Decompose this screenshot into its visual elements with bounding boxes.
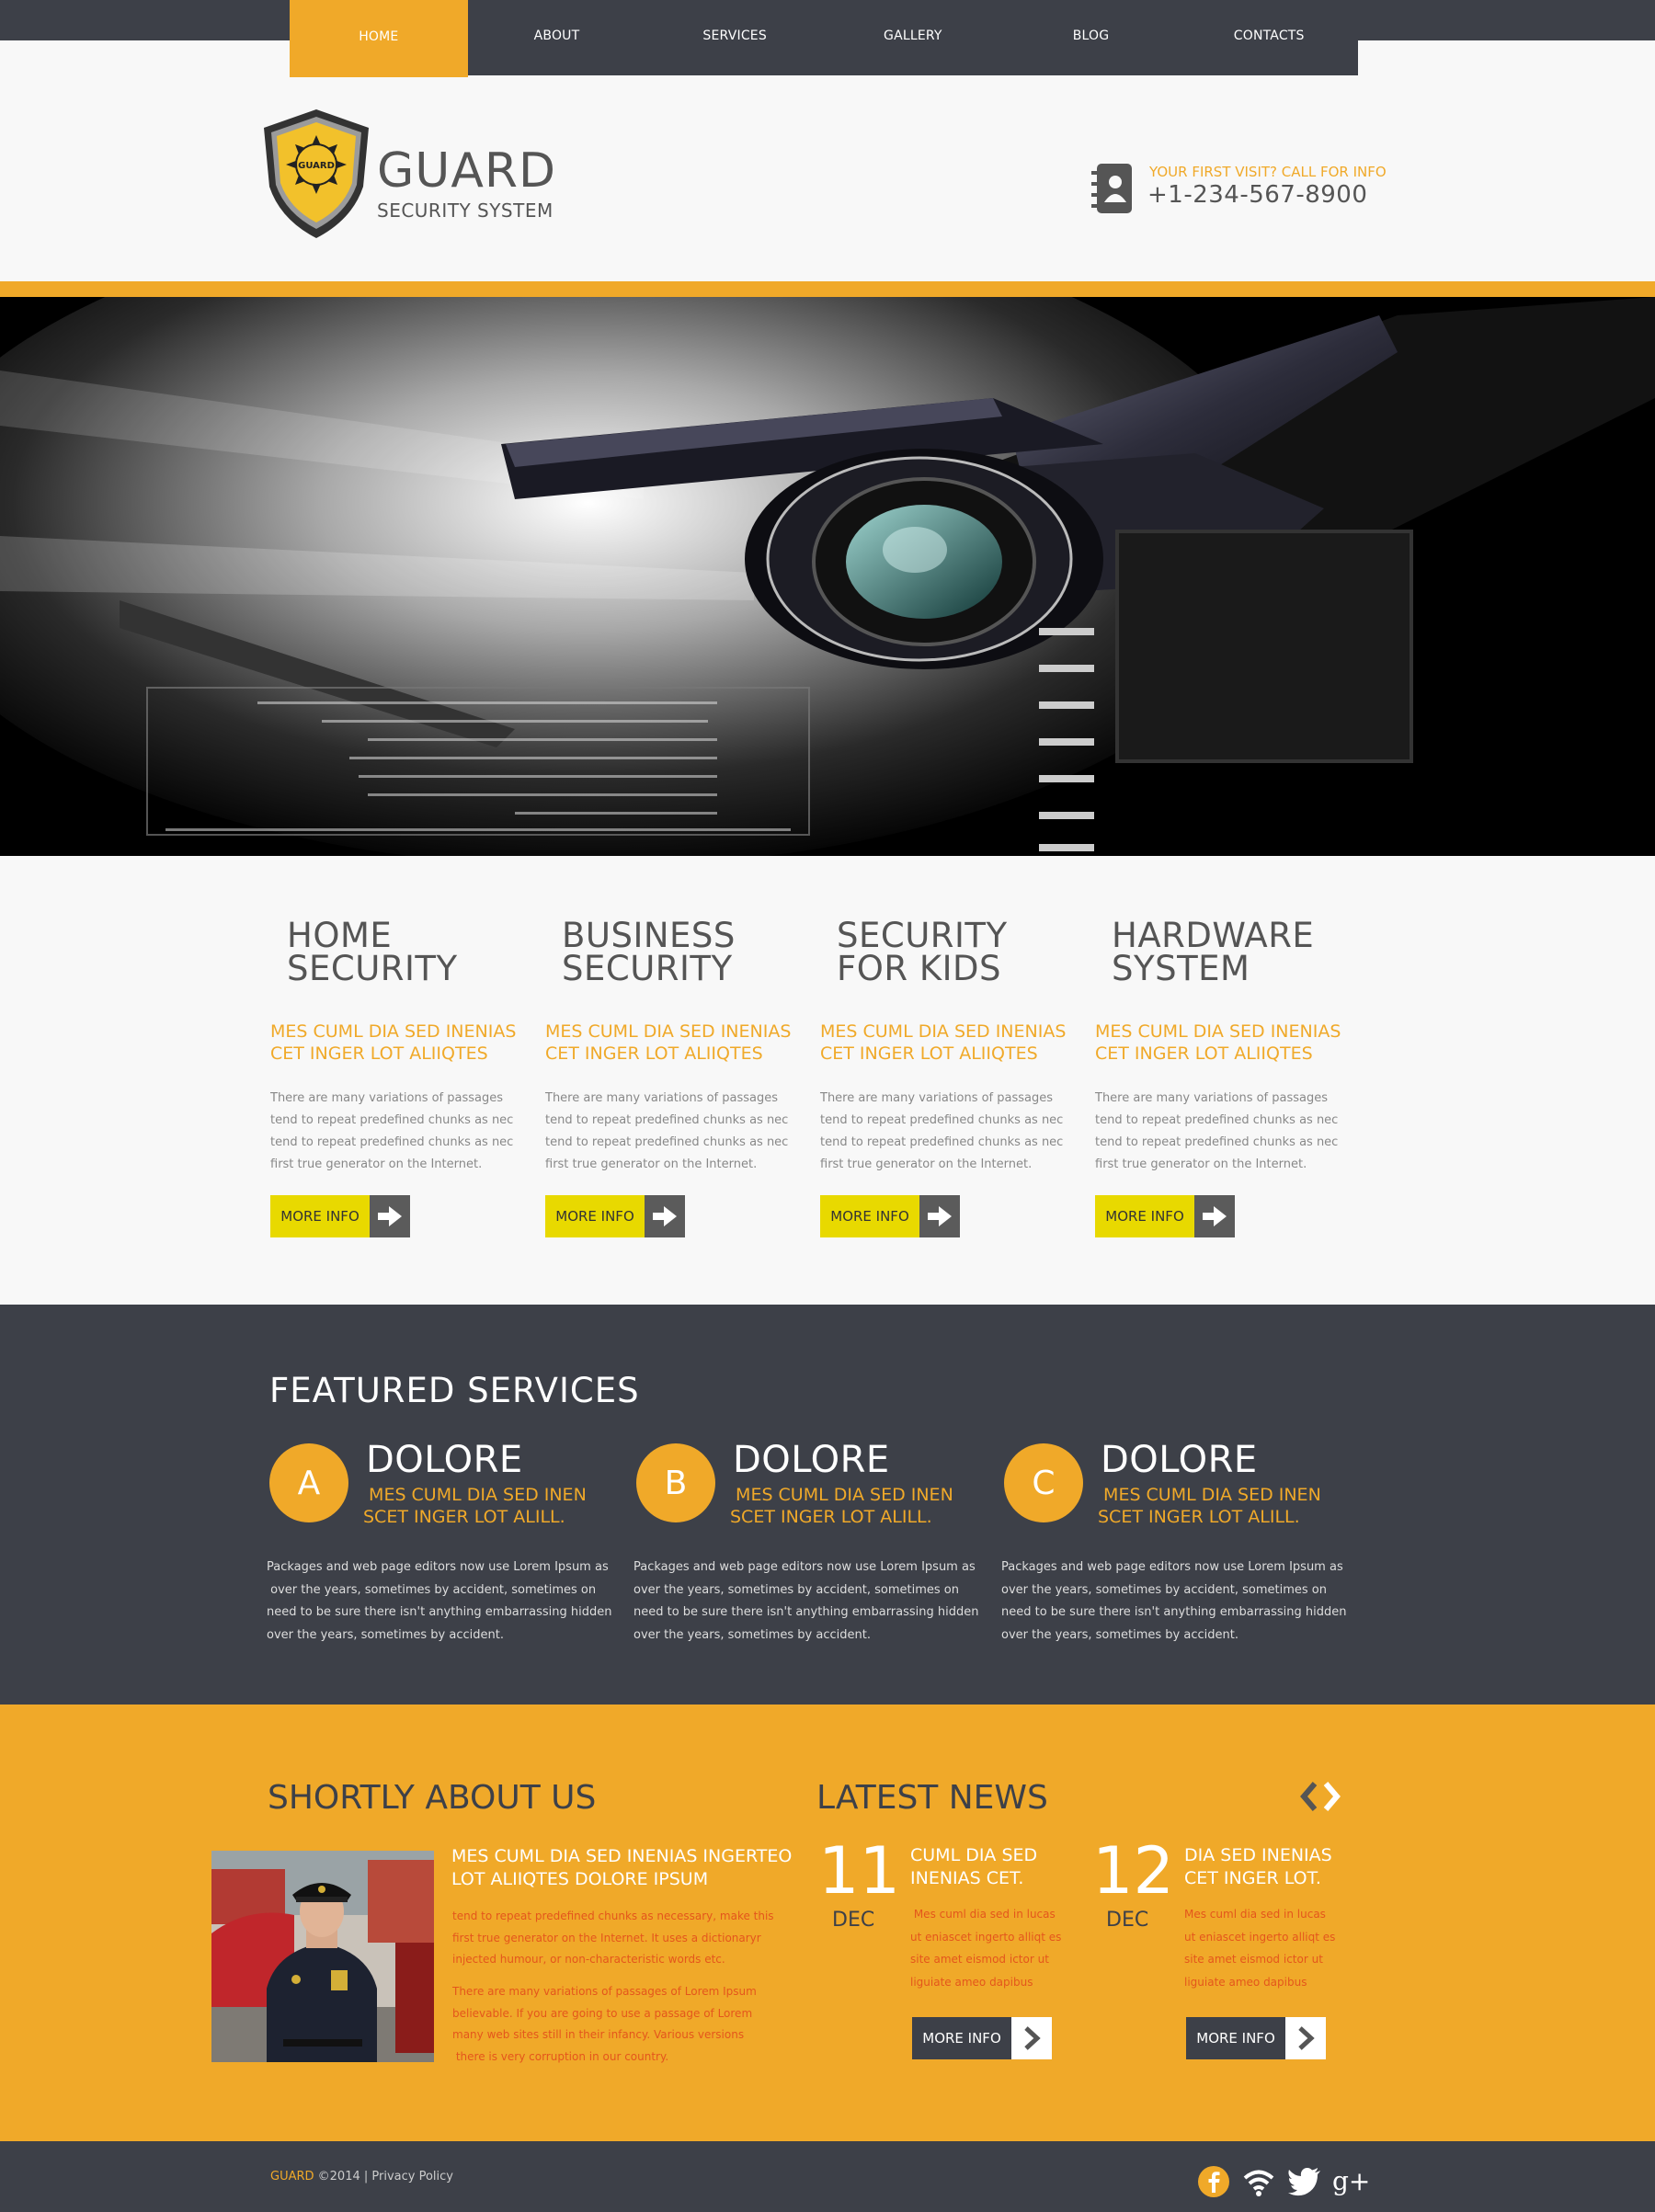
nav-blog[interactable]: BLOG bbox=[1001, 0, 1181, 75]
shield-logo-icon[interactable]: GUARD bbox=[260, 108, 372, 240]
footer-copyright: GUARD ©2014 | Privacy Policy bbox=[270, 2170, 453, 2183]
featured-item-title: DOLORE bbox=[733, 1439, 890, 1481]
more-info-button[interactable]: MORE INFO bbox=[545, 1195, 685, 1237]
badge-text: GUARD bbox=[298, 161, 335, 171]
more-info-button[interactable]: MORE INFO bbox=[1095, 1195, 1235, 1237]
more-info-button[interactable]: MORE INFO bbox=[912, 2017, 1052, 2059]
featured-item-text: Packages and web page editors now use Lo… bbox=[267, 1560, 612, 1642]
google-plus-icon[interactable]: g+ bbox=[1331, 2163, 1368, 2200]
facebook-icon[interactable] bbox=[1195, 2163, 1232, 2200]
news-day: 11 bbox=[818, 1833, 901, 1909]
service-text: There are many variations of passages ten… bbox=[270, 1091, 514, 1171]
more-info-button[interactable]: MORE INFO bbox=[820, 1195, 960, 1237]
featured-title: FEATURED SERVICES bbox=[269, 1371, 640, 1410]
more-info-button[interactable]: MORE INFO bbox=[270, 1195, 410, 1237]
arrow-right-icon bbox=[645, 1195, 685, 1237]
news-text: Mes cuml dia sed in lucas ut eniascet ing… bbox=[910, 1908, 1062, 1989]
featured-item-text: Packages and web page editors now use Lo… bbox=[1001, 1560, 1347, 1642]
news-title: LATEST NEWS bbox=[816, 1779, 1048, 1817]
hero-top-stripe bbox=[0, 281, 1655, 297]
service-title: HOME SECURITY bbox=[287, 916, 458, 988]
letter-badge: C bbox=[1004, 1443, 1083, 1522]
twitter-icon[interactable] bbox=[1286, 2163, 1323, 2200]
chevron-right-icon[interactable] bbox=[1323, 1782, 1341, 1811]
service-subtitle: MES CUML DIA SED INENIAS CET INGER LOT AL… bbox=[545, 1021, 792, 1064]
contact-note: YOUR FIRST VISIT? CALL FOR INFO bbox=[1149, 164, 1387, 180]
nav-gallery[interactable]: GALLERY bbox=[824, 0, 1002, 75]
arrow-right-icon bbox=[919, 1195, 960, 1237]
featured-item-text: Packages and web page editors now use Lo… bbox=[633, 1560, 979, 1642]
footer bbox=[0, 2141, 1655, 2212]
service-subtitle: MES CUML DIA SED INENIAS CET INGER LOT AL… bbox=[270, 1021, 517, 1064]
brand-title: GUARD bbox=[377, 143, 557, 199]
hero-banner bbox=[0, 297, 1655, 856]
main-nav: HOME ABOUT SERVICES GALLERY BLOG CONTACT… bbox=[290, 0, 1359, 77]
featured-item-title: DOLORE bbox=[1101, 1439, 1258, 1481]
nav-home[interactable]: HOME bbox=[290, 0, 468, 77]
news-pager bbox=[1300, 1782, 1341, 1811]
about-title: SHORTLY ABOUT US bbox=[268, 1779, 597, 1817]
security-guard-photo bbox=[211, 1851, 434, 2062]
service-subtitle: MES CUML DIA SED INENIAS CET INGER LOT AL… bbox=[1095, 1021, 1341, 1064]
footer-brand: GUARD bbox=[270, 2170, 314, 2183]
service-title: SECURITY FOR KIDS bbox=[837, 916, 1008, 988]
service-card-security-for-kids: SECURITY FOR KIDS MES CUML DIA SED INENIA… bbox=[816, 916, 1074, 1237]
news-month: DEC bbox=[832, 1909, 875, 1932]
letter-badge: A bbox=[269, 1443, 348, 1522]
service-title: HARDWARE SYSTEM bbox=[1112, 916, 1315, 988]
featured-item-subtitle: MES CUML DIA SED INEN SCET INGER LOT ALIL… bbox=[1098, 1485, 1321, 1527]
svg-text:g+: g+ bbox=[1332, 2166, 1368, 2196]
service-text: There are many variations of passages ten… bbox=[545, 1091, 789, 1171]
contact-phone[interactable]: +1-234-567-8900 bbox=[1147, 181, 1367, 209]
service-subtitle: MES CUML DIA SED INENIAS CET INGER LOT AL… bbox=[820, 1021, 1067, 1064]
service-text: There are many variations of passages ten… bbox=[1095, 1091, 1339, 1171]
chevron-right-icon bbox=[1011, 2017, 1052, 2059]
service-card-hardware-system: HARDWARE SYSTEM MES CUML DIA SED INENIAS C… bbox=[1091, 916, 1349, 1237]
news-text: Mes cuml dia sed in lucas ut eniascet ing… bbox=[1184, 1908, 1336, 1989]
nav-contacts[interactable]: CONTACTS bbox=[1180, 0, 1359, 75]
about-paragraph-2: There are many variations of passages of… bbox=[452, 1985, 757, 2063]
footer-copy[interactable]: ©2014 | Privacy Policy bbox=[314, 2170, 453, 2183]
service-text: There are many variations of passages ten… bbox=[820, 1091, 1064, 1171]
news-heading[interactable]: CUML DIA SED INENIAS CET. bbox=[910, 1844, 1094, 1890]
news-month: DEC bbox=[1106, 1909, 1149, 1932]
about-heading: MES CUML DIA SED INENIAS INGERTEO LOT ALI… bbox=[451, 1846, 793, 1889]
arrow-right-icon bbox=[1194, 1195, 1235, 1237]
nav-services[interactable]: SERVICES bbox=[645, 0, 825, 75]
security-camera-illustration bbox=[0, 297, 1655, 856]
news-day: 12 bbox=[1092, 1833, 1175, 1909]
featured-item-subtitle: MES CUML DIA SED INEN SCET INGER LOT ALIL… bbox=[730, 1485, 953, 1527]
more-info-button[interactable]: MORE INFO bbox=[1186, 2017, 1326, 2059]
about-paragraph-1: tend to repeat predefined chunks as nece… bbox=[452, 1910, 774, 1966]
contact-book-icon bbox=[1091, 164, 1132, 213]
chevron-right-icon bbox=[1285, 2017, 1326, 2059]
service-title: BUSINESS SECURITY bbox=[562, 916, 736, 988]
news-heading[interactable]: DIA SED INENIAS CET INGER LOT. bbox=[1184, 1844, 1368, 1890]
service-card-business-security: BUSINESS SECURITY MES CUML DIA SED INENIA… bbox=[542, 916, 799, 1237]
chevron-left-icon[interactable] bbox=[1300, 1782, 1318, 1811]
letter-badge: B bbox=[636, 1443, 715, 1522]
featured-item-subtitle: MES CUML DIA SED INEN SCET INGER LOT ALIL… bbox=[363, 1485, 587, 1527]
rss-icon[interactable] bbox=[1240, 2163, 1277, 2200]
brand-subtitle: SECURITY SYSTEM bbox=[377, 200, 554, 222]
arrow-right-icon bbox=[370, 1195, 410, 1237]
nav-about[interactable]: ABOUT bbox=[467, 0, 646, 75]
featured-item-title: DOLORE bbox=[366, 1439, 523, 1481]
service-card-home-security: HOME SECURITY MES CUML DIA SED INENIAS CET… bbox=[267, 916, 524, 1237]
